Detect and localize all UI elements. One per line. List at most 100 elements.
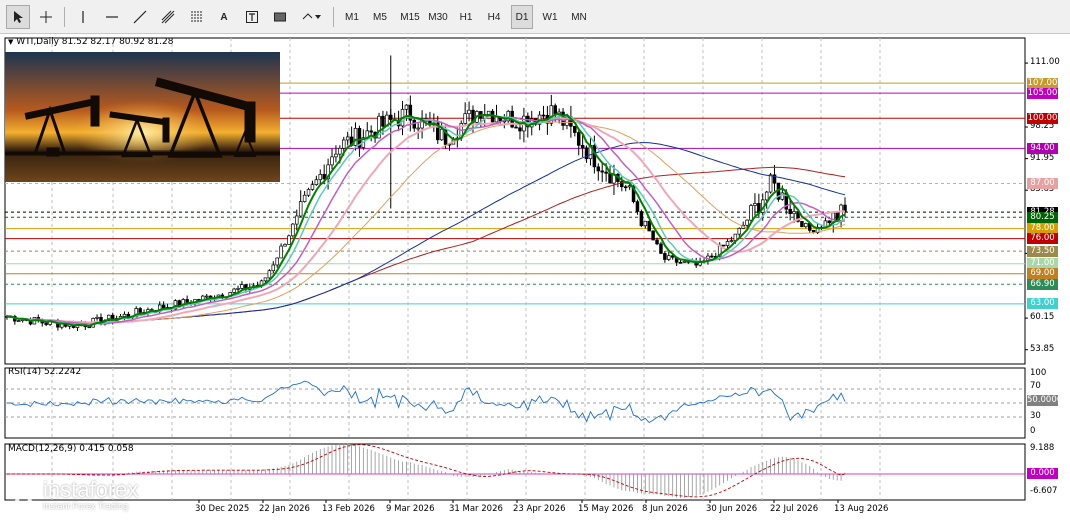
cursor-tool-icon[interactable]	[6, 5, 30, 29]
level-label: 87.00	[1027, 177, 1058, 189]
level-label: 73.50	[1027, 245, 1058, 257]
timeframe-m30[interactable]: M30	[425, 5, 451, 29]
candle-body	[122, 313, 127, 317]
timeframe-m15[interactable]: M15	[397, 5, 423, 29]
text-box-tool-icon[interactable]	[240, 5, 264, 29]
candle-body	[322, 173, 326, 180]
candle-body	[725, 241, 730, 246]
candle-body	[608, 172, 612, 184]
instaforex-watermark: instaforex Instant Forex Trading	[5, 477, 181, 513]
candle-body	[330, 156, 334, 166]
candle-body	[804, 223, 808, 228]
timeframe-d1[interactable]: D1	[511, 5, 533, 29]
crosshair-tool-icon[interactable]	[34, 5, 58, 29]
candle-body	[827, 220, 832, 223]
price-tick-label: 53.85	[1030, 343, 1055, 354]
candle-body	[204, 295, 209, 298]
date-label: 13 Feb 2026	[322, 504, 375, 514]
candle-body	[232, 288, 236, 293]
rsi-tick-30: 30	[1030, 411, 1041, 421]
more-shapes-icon[interactable]	[298, 5, 326, 29]
candle-body	[580, 144, 585, 149]
price-tick-label: 111.00	[1030, 57, 1060, 68]
candle-body	[788, 208, 792, 215]
toolbar: A M1 M5 M15 M30 H1 H4 D1 W1 MN	[0, 0, 1070, 34]
date-label: 30 Dec 2025	[195, 504, 250, 514]
candle-body	[729, 240, 734, 242]
candle-body	[576, 132, 581, 146]
candle-body	[639, 211, 644, 227]
level-label: 80.25	[1027, 211, 1058, 223]
candle-body	[721, 244, 726, 247]
rsi-header: RSI(14) 52.2242	[8, 367, 82, 377]
candle-body	[463, 113, 467, 124]
macd-value-label: 0.000	[1027, 468, 1058, 479]
date-label: 9 Mar 2026	[386, 504, 435, 514]
brand-name: instaforex	[43, 477, 139, 502]
candle-body	[161, 304, 166, 309]
rectangle-tool-icon[interactable]	[268, 5, 292, 29]
candle-body	[95, 316, 99, 319]
candle-body	[345, 136, 350, 141]
channel-tool-icon[interactable]	[156, 5, 180, 29]
candle-body	[295, 215, 299, 225]
candle-body	[267, 270, 272, 279]
candle-body	[404, 104, 409, 110]
trend-line-tool-icon[interactable]	[128, 5, 152, 29]
candle-body	[600, 170, 604, 173]
candle-body	[467, 109, 471, 115]
timeframe-mn[interactable]: MN	[567, 5, 591, 29]
text-tool-label[interactable]: A	[213, 5, 235, 29]
price-tick-label: 60.15	[1030, 312, 1055, 323]
level-label: 94.00	[1027, 142, 1058, 154]
candle-body	[651, 230, 655, 241]
chart-area[interactable]: ▼ WTI,Daily 81.52 82.17 80.92 81.28 111.…	[0, 34, 1070, 520]
candle-body	[514, 126, 518, 129]
symbol-header: WTI,Daily 81.52 82.17 80.92 81.28	[16, 37, 174, 47]
candle-body	[753, 203, 757, 206]
candle-body	[416, 127, 420, 130]
candle-body	[573, 125, 577, 133]
price-tick-label: 91.95	[1030, 152, 1055, 163]
candle-body	[764, 191, 769, 201]
candle-body	[310, 184, 315, 190]
date-label: 22 Jan 2026	[259, 504, 310, 514]
candle-body	[768, 174, 773, 193]
candle-body	[369, 130, 373, 133]
candle-body	[604, 171, 608, 174]
candle-body	[279, 245, 283, 259]
date-label: 22 Jul 2026	[770, 504, 819, 514]
candle-body	[643, 220, 648, 227]
timeframe-m5[interactable]: M5	[369, 5, 391, 29]
candle-body	[667, 255, 671, 260]
timeframe-w1[interactable]: W1	[539, 5, 561, 29]
horizontal-line-tool-icon[interactable]	[100, 5, 124, 29]
candle-body	[291, 223, 295, 237]
candle-body	[439, 128, 444, 141]
candle-body	[710, 255, 714, 258]
fibonacci-tool-icon[interactable]	[185, 5, 209, 29]
level-label: 105.00	[1027, 87, 1058, 99]
candle-body	[800, 221, 804, 228]
candle-body	[647, 220, 651, 232]
candle-body	[302, 194, 307, 202]
date-label: 15 May 2026	[578, 504, 634, 514]
candle-body	[275, 257, 279, 266]
rsi-tick-70: 70	[1030, 381, 1041, 391]
candle-body	[553, 105, 557, 115]
rsi-tick-100: 100	[1030, 368, 1047, 378]
chart-header: ▼ WTI,Daily 81.52 82.17 80.92 81.28	[8, 37, 174, 47]
level-label: 100.00	[1027, 112, 1058, 124]
rsi-tick-0: 0	[1030, 426, 1036, 436]
timeframe-m1[interactable]: M1	[341, 5, 363, 29]
timeframe-h4[interactable]: H4	[483, 5, 505, 29]
candle-body	[287, 235, 291, 245]
vertical-line-tool-icon[interactable]	[72, 5, 94, 29]
timeframe-h1[interactable]: H1	[455, 5, 477, 29]
candle-body	[663, 253, 667, 260]
candle-body	[318, 173, 323, 181]
candle-body	[314, 179, 319, 185]
candle-body	[682, 260, 687, 263]
candle-body	[16, 320, 21, 322]
rsi-line	[7, 380, 846, 424]
